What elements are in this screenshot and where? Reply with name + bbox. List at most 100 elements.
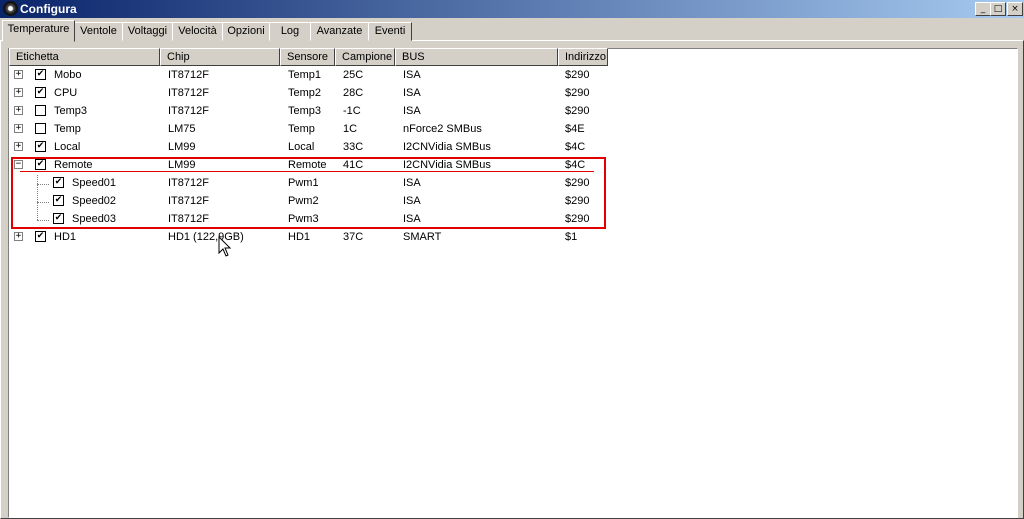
row-checkbox[interactable]: ✔ xyxy=(53,177,64,188)
row-checkbox[interactable]: ✔ xyxy=(35,159,46,170)
row-label: Local xyxy=(54,141,81,153)
tab-eventi[interactable]: Eventi xyxy=(368,22,412,41)
row-sensor: Temp2 xyxy=(288,87,322,99)
row-checkbox[interactable]: ✔ xyxy=(35,141,46,152)
row-checkbox[interactable]: ✔ xyxy=(35,87,46,98)
expand-icon[interactable]: + xyxy=(14,88,23,97)
row-bus: nForce2 SMBus xyxy=(403,123,482,135)
row-chip: IT8712F xyxy=(168,177,209,189)
row-chip: IT8712F xyxy=(168,195,209,207)
row-checkbox[interactable]: ✔ xyxy=(53,213,64,224)
row-bus: ISA xyxy=(403,105,421,117)
row-bus: SMART xyxy=(403,231,442,243)
table-row[interactable]: + ✔ CPU IT8712F Temp2 28C ISA $290 xyxy=(9,84,1015,102)
row-sensor: Temp1 xyxy=(288,69,322,81)
row-chip: LM75 xyxy=(168,123,196,135)
row-address: $4C xyxy=(565,141,586,153)
column-header-bus[interactable]: BUS xyxy=(395,48,558,66)
table-row[interactable]: + ✔ Local LM99 Local 33C I2CNVidia SMBus $4C xyxy=(9,138,1015,156)
row-checkbox[interactable]: ✔ xyxy=(53,195,64,206)
column-header-indirizzo[interactable]: Indirizzo xyxy=(558,48,608,66)
minimize-button[interactable]: _ xyxy=(975,2,991,16)
row-label: Remote xyxy=(54,159,93,171)
tab-voltaggi[interactable]: Voltaggi xyxy=(122,22,173,41)
table-row[interactable]: + ✔ Mobo IT8712F Temp1 25C ISA $290 xyxy=(9,66,1015,84)
row-sensor: HD1 xyxy=(288,231,311,243)
row-address: $290 xyxy=(565,105,590,117)
row-label: Temp xyxy=(54,123,81,135)
tab-opzioni[interactable]: Opzioni xyxy=(222,22,270,41)
expand-icon[interactable]: + xyxy=(14,106,23,115)
row-checkbox[interactable] xyxy=(35,123,46,134)
row-address: $290 xyxy=(565,69,590,81)
collapse-icon[interactable]: − xyxy=(14,160,23,169)
expand-icon[interactable]: + xyxy=(14,124,23,133)
row-sensor: Local xyxy=(288,141,315,153)
row-address: $290 xyxy=(565,213,590,225)
row-label: Speed02 xyxy=(72,195,117,207)
row-address: $290 xyxy=(565,87,590,99)
row-sample: 37C xyxy=(343,231,364,243)
row-sample: -1C xyxy=(343,105,361,117)
row-sample: 41C xyxy=(343,159,364,171)
row-chip: LM99 xyxy=(168,159,196,171)
row-sample: 25C xyxy=(343,69,364,81)
row-checkbox[interactable]: ✔ xyxy=(35,69,46,80)
tab-log[interactable]: Log xyxy=(269,22,311,41)
expand-icon[interactable]: + xyxy=(14,142,23,151)
row-sensor: Pwm2 xyxy=(288,195,319,207)
table-row[interactable]: ✔ Speed01 IT8712F Pwm1 ISA $290 xyxy=(9,174,1015,192)
column-header-etichetta[interactable]: Etichetta xyxy=(9,48,160,66)
tab-velocita[interactable]: Velocità xyxy=(172,22,223,41)
row-address: $290 xyxy=(565,195,590,207)
maximize-button[interactable]: □ xyxy=(990,2,1006,16)
row-address: $1 xyxy=(565,231,578,243)
row-bus: ISA xyxy=(403,69,421,81)
row-sensor: Pwm3 xyxy=(288,213,319,225)
expand-icon[interactable]: + xyxy=(14,232,23,241)
row-chip: IT8712F xyxy=(168,105,209,117)
row-address: $4C xyxy=(565,159,586,171)
row-chip: IT8712F xyxy=(168,213,209,225)
column-header-sensore[interactable]: Sensore xyxy=(280,48,335,66)
close-button[interactable]: × xyxy=(1007,2,1023,16)
window-title: Configura xyxy=(20,2,77,16)
row-bus: ISA xyxy=(403,87,421,99)
row-checkbox[interactable] xyxy=(35,105,46,116)
row-sample: 28C xyxy=(343,87,364,99)
table-row[interactable]: ✔ Speed03 IT8712F Pwm3 ISA $290 xyxy=(9,210,1015,228)
row-sample: 1C xyxy=(343,123,358,135)
row-address: $290 xyxy=(565,177,590,189)
table-row[interactable]: ✔ Speed02 IT8712F Pwm2 ISA $290 xyxy=(9,192,1015,210)
column-header-campione[interactable]: Campione xyxy=(335,48,395,66)
table-row[interactable]: + Temp LM75 Temp 1C nForce2 SMBus $4E xyxy=(9,120,1015,138)
row-label: Speed03 xyxy=(72,213,117,225)
table-row[interactable]: + Temp3 IT8712F Temp3 -1C ISA $290 xyxy=(9,102,1015,120)
row-checkbox[interactable]: ✔ xyxy=(35,231,46,242)
row-sensor: Temp xyxy=(288,123,315,135)
row-label: HD1 xyxy=(54,231,77,243)
tab-strip: Temperature Ventole Voltaggi Velocità Op… xyxy=(0,20,1024,42)
column-header-chip[interactable]: Chip xyxy=(160,48,280,66)
title-bar: Configura _ □ × xyxy=(0,0,1024,18)
tab-ventole[interactable]: Ventole xyxy=(74,22,123,41)
tab-avanzate[interactable]: Avanzate xyxy=(310,22,369,41)
row-bus: ISA xyxy=(403,195,421,207)
table-row[interactable]: + ✔ HD1 HD1 (122,9GB) HD1 37C SMART $1 xyxy=(9,228,1015,246)
tab-temperature[interactable]: Temperature xyxy=(2,20,75,42)
row-sample: 33C xyxy=(343,141,364,153)
row-label: CPU xyxy=(54,87,78,99)
annotation-underline xyxy=(20,171,594,172)
row-chip: HD1 (122,9GB) xyxy=(168,231,244,243)
row-chip: IT8712F xyxy=(168,87,209,99)
row-sensor: Pwm1 xyxy=(288,177,319,189)
app-icon xyxy=(3,1,18,16)
row-label: Mobo xyxy=(54,69,82,81)
row-label: Speed01 xyxy=(72,177,117,189)
mouse-cursor-icon xyxy=(218,236,232,257)
expand-icon[interactable]: + xyxy=(14,70,23,79)
row-sensor: Temp3 xyxy=(288,105,322,117)
row-bus: ISA xyxy=(403,177,421,189)
row-chip: LM99 xyxy=(168,141,196,153)
row-bus: I2CNVidia SMBus xyxy=(403,159,491,171)
